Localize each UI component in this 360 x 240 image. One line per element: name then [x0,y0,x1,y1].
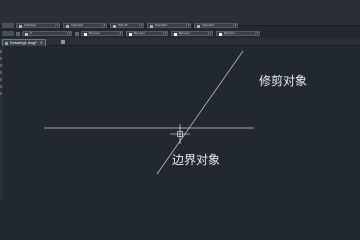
trim-object-annotation: 修剪对象 [259,74,308,88]
crosshair-cursor [170,124,190,144]
drawing-geometry [44,50,254,175]
boundary-object-annotation: 边界对象 [172,153,221,167]
